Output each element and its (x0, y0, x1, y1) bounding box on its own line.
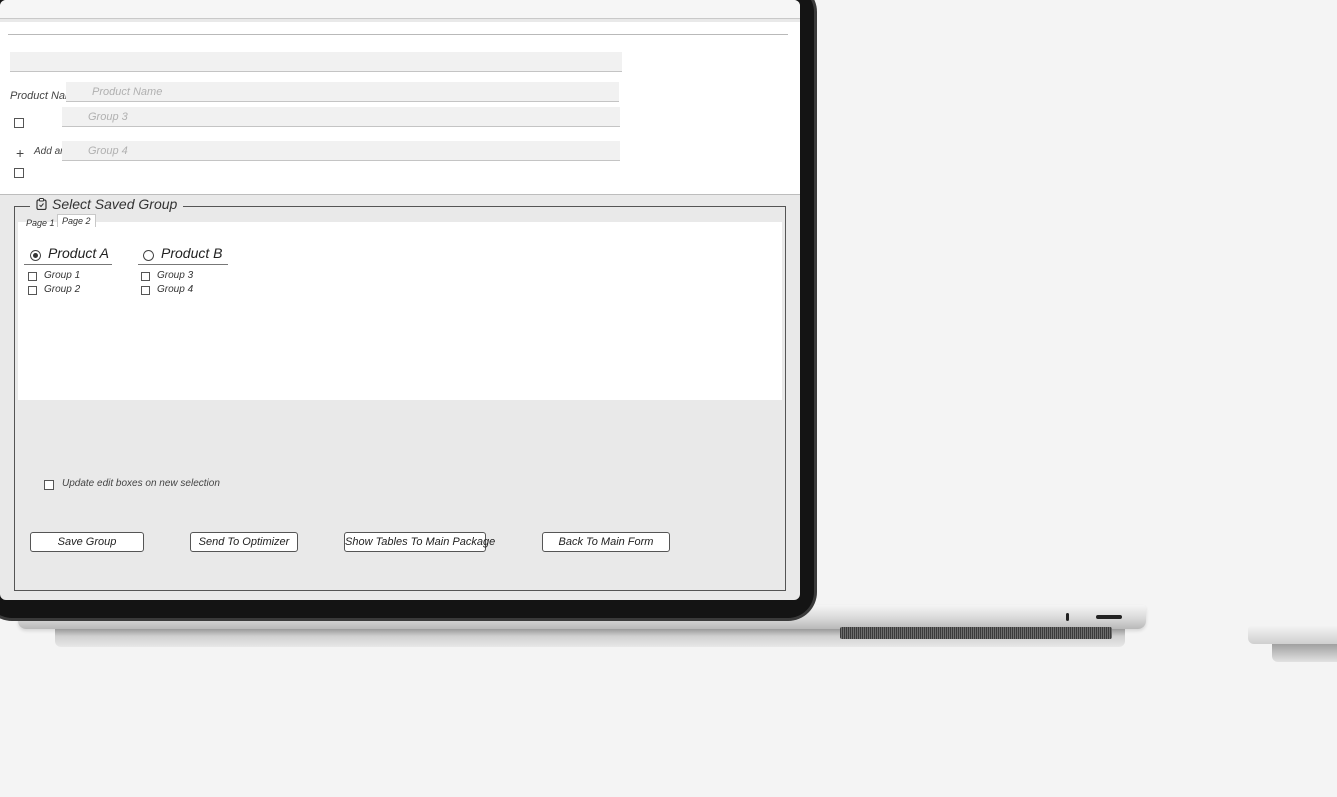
back-to-main-form-button[interactable]: Back To Main Form (542, 532, 670, 552)
laptop-mockup: Product Name: Product Name Group 3 + Add… (0, 0, 1337, 797)
laptop-vent (840, 627, 1112, 639)
update-edit-boxes-checkbox[interactable] (44, 480, 54, 490)
update-edit-boxes-label: Update edit boxes on new selection (62, 478, 220, 489)
clipboard-icon (36, 198, 47, 210)
secondary-laptop-base (1248, 626, 1337, 644)
product-b-underline (138, 264, 228, 265)
saved-group-tab-content (18, 222, 782, 400)
product-name-input[interactable]: Product Name (66, 82, 619, 102)
secondary-laptop-base-lip (1272, 644, 1337, 662)
indicator-light-icon (1066, 613, 1069, 621)
product-a-group2-checkbox[interactable] (28, 286, 37, 295)
group4-input[interactable]: Group 4 (62, 141, 620, 161)
product-a-group1-label: Group 1 (44, 270, 81, 281)
port-slot-icon (1096, 615, 1122, 619)
group-edit-panel: Product Name: Product Name Group 3 + Add… (0, 22, 800, 195)
app-window: Product Name: Product Name Group 3 + Add… (0, 0, 800, 600)
saved-group-title: Select Saved Group (52, 196, 178, 212)
product-a-label[interactable]: Product A (48, 245, 109, 261)
product-b-radio[interactable] (143, 250, 154, 261)
product-b-group4-checkbox[interactable] (141, 286, 150, 295)
product-b-group3-label: Group 3 (157, 270, 194, 281)
window-top-strip (0, 0, 800, 19)
send-to-optimizer-button[interactable]: Send To Optimizer (190, 532, 298, 552)
product-a-group1-checkbox[interactable] (28, 272, 37, 281)
product-a-underline (24, 264, 112, 265)
tab-page-2[interactable]: Page 2 (57, 214, 96, 227)
product-b-group3-checkbox[interactable] (141, 272, 150, 281)
header-edit-box[interactable] (10, 52, 622, 72)
panel-divider (8, 34, 788, 35)
group3-checkbox[interactable] (14, 118, 24, 128)
tab-page-1[interactable]: Page 1 (22, 217, 59, 229)
product-a-radio[interactable] (30, 250, 41, 261)
group3-input[interactable]: Group 3 (62, 107, 620, 127)
add-group-plus-icon[interactable]: + (16, 146, 24, 160)
product-b-label[interactable]: Product B (161, 245, 222, 261)
product-a-group2-label: Group 2 (44, 284, 81, 295)
group4-checkbox[interactable] (14, 168, 24, 178)
show-tables-button[interactable]: Show Tables To Main Package (344, 532, 495, 552)
laptop-screen: Product Name: Product Name Group 3 + Add… (0, 0, 814, 618)
save-group-button[interactable]: Save Group (30, 532, 144, 552)
saved-group-legend: Select Saved Group (30, 196, 184, 212)
product-b-group4-label: Group 4 (157, 284, 194, 295)
radio-selected-dot (33, 253, 38, 258)
